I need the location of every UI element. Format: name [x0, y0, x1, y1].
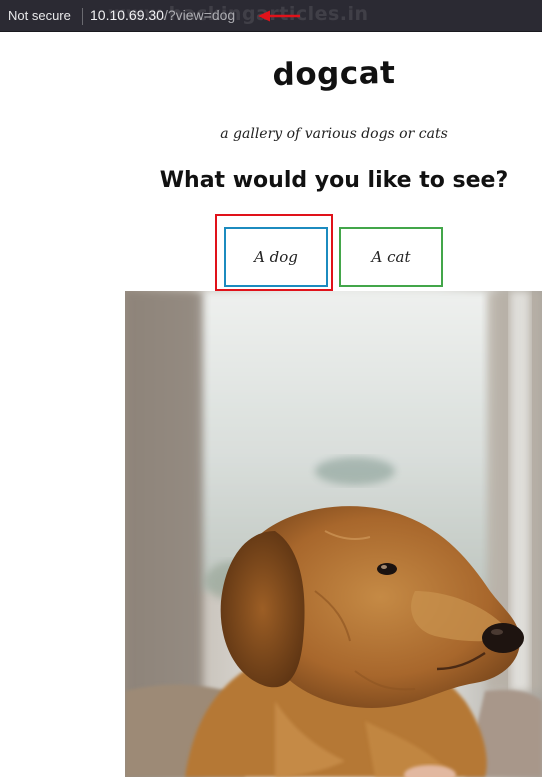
- security-indicator[interactable]: Not secure: [8, 8, 71, 23]
- dog-photo-illustration: [125, 291, 542, 777]
- browser-address-bar[interactable]: Not secure 10.10.69.30/?view=dog www.hac…: [0, 0, 542, 32]
- address-divider: [82, 8, 83, 25]
- page-question: What would you like to see?: [159, 168, 509, 193]
- cat-button[interactable]: A cat: [339, 227, 443, 287]
- page-title: dogcat: [272, 54, 396, 94]
- dog-photo: [125, 291, 542, 777]
- page-subtitle: a gallery of various dogs or cats: [220, 126, 448, 142]
- annotation-arrow-icon: [258, 10, 300, 22]
- watermark-text: www.hackingarticles.in: [108, 3, 369, 25]
- dog-button[interactable]: A dog: [224, 227, 328, 287]
